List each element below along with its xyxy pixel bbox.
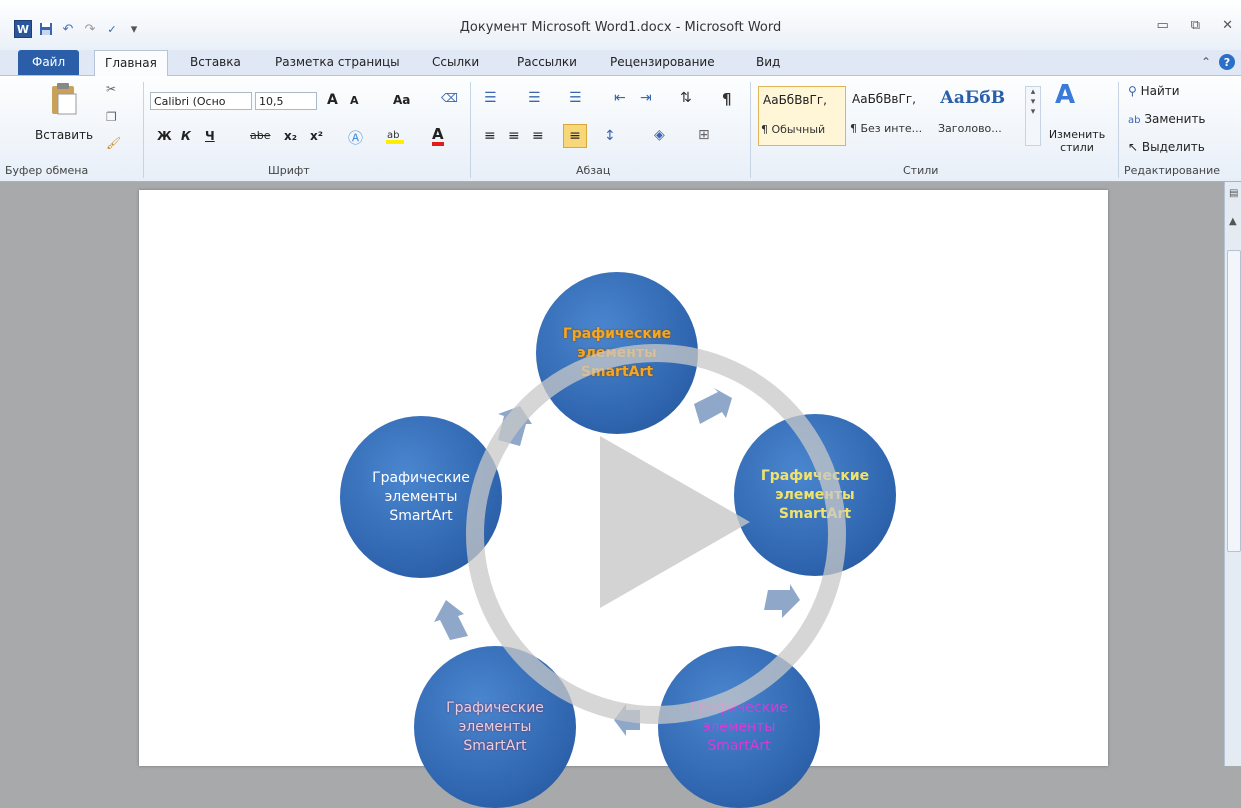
arrow-left-up xyxy=(434,600,468,640)
play-icon[interactable] xyxy=(600,436,750,608)
